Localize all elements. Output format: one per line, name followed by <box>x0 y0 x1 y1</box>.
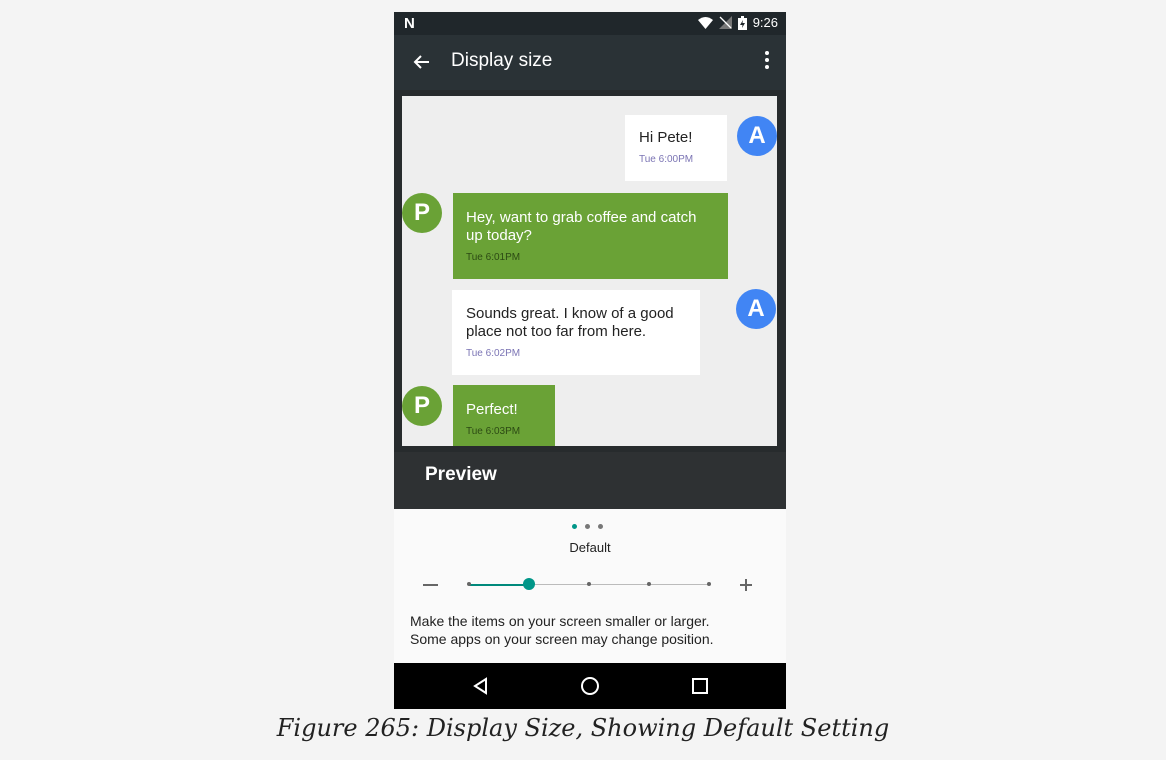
phone-screen: N 9:26 Display size Hi Pete! Tue 6:00PM … <box>394 12 786 709</box>
avatar: P <box>402 193 442 233</box>
avatar: P <box>402 386 442 426</box>
nav-home-icon[interactable] <box>581 677 599 695</box>
message-time: Tue 6:02PM <box>466 348 521 359</box>
nav-back-icon[interactable] <box>472 677 488 695</box>
overflow-menu-icon[interactable] <box>762 48 772 72</box>
message-time: Tue 6:00PM <box>639 154 694 165</box>
page-title: Display size <box>451 50 553 71</box>
page-indicator <box>572 524 603 529</box>
decrease-size-button[interactable] <box>423 584 438 586</box>
preview-frame: Hi Pete! Tue 6:00PM A P Hey, want to gra… <box>394 90 786 470</box>
size-slider-tick <box>707 582 711 586</box>
clock: 9:26 <box>752 15 778 30</box>
help-line: Make the items on your screen smaller or… <box>410 613 710 629</box>
wifi-icon <box>697 16 713 29</box>
avatar: A <box>736 289 776 329</box>
signal-off-icon <box>718 16 732 29</box>
message-bubble: Hey, want to grab coffee and catch up to… <box>453 193 728 279</box>
page-dot <box>585 524 590 529</box>
navigation-bar <box>394 663 786 709</box>
page-dot <box>598 524 603 529</box>
size-slider-tick <box>647 582 651 586</box>
message-text: Sounds great. I know of a good place not… <box>466 305 674 340</box>
help-line: Some apps on your screen may change posi… <box>410 631 714 647</box>
message-bubble: Sounds great. I know of a good place not… <box>452 290 700 375</box>
size-slider-tick <box>467 582 471 586</box>
message-time: Tue 6:01PM <box>466 252 521 263</box>
preview-label: Preview <box>425 464 497 485</box>
message-text: Perfect! <box>466 401 518 418</box>
size-slider-fill <box>469 583 529 586</box>
figure-caption: Figure 265: Display Size, Showing Defaul… <box>276 714 890 742</box>
display-size-controls: Default Make the items on your screen sm… <box>394 509 786 663</box>
app-toolbar: Display size <box>394 35 786 90</box>
message-text: Hi Pete! <box>639 129 693 146</box>
increase-size-button[interactable] <box>740 579 752 591</box>
message-text: Hey, want to grab coffee and catch up to… <box>466 209 697 244</box>
status-bar: N 9:26 <box>394 12 786 35</box>
help-text: Make the items on your screen smaller or… <box>410 612 714 648</box>
size-slider-thumb[interactable] <box>523 578 535 590</box>
conversation-preview: Hi Pete! Tue 6:00PM A P Hey, want to gra… <box>402 96 777 446</box>
notification-n-icon: N <box>404 15 415 32</box>
avatar: A <box>737 116 777 156</box>
nav-recents-icon[interactable] <box>692 678 708 694</box>
size-label: Default <box>569 540 611 555</box>
battery-charging-icon <box>737 15 747 30</box>
size-slider-tick <box>587 582 591 586</box>
message-bubble: Perfect! Tue 6:03PM <box>453 385 555 446</box>
arrow-left-icon[interactable] <box>412 52 432 72</box>
preview-header: Preview <box>394 452 786 509</box>
message-bubble: Hi Pete! Tue 6:00PM <box>625 115 727 181</box>
page-dot <box>572 524 577 529</box>
message-time: Tue 6:03PM <box>466 426 521 437</box>
